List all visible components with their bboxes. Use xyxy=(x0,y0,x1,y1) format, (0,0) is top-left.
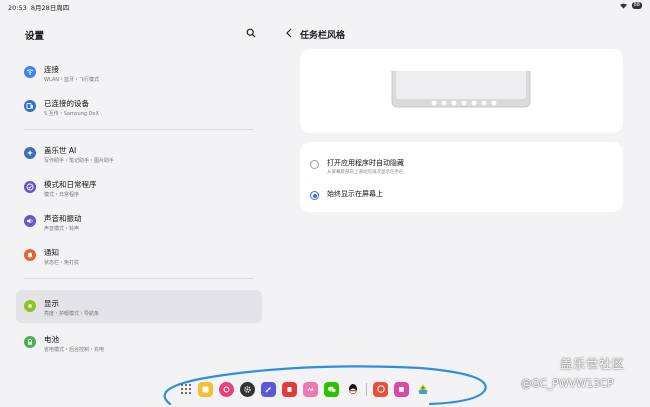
settings-item-title: 显示 xyxy=(44,299,59,308)
option-auto-hide[interactable]: 打开应用程序时自动隐藏 从屏幕底部向上滑动可再次显示任务栏。 xyxy=(300,150,623,180)
settings-item-subtitle: 亮度・护眼模式・导航条 xyxy=(44,311,100,317)
search-icon[interactable] xyxy=(246,28,256,38)
battery-icon xyxy=(24,336,36,348)
settings-app-icon[interactable] xyxy=(240,381,255,397)
radio-button[interactable] xyxy=(310,160,319,169)
taskbar-separator xyxy=(366,382,367,396)
check-circle-icon xyxy=(24,181,36,193)
settings-item-notifications[interactable]: 通知 状态栏・免打扰 xyxy=(16,239,262,272)
status-bar: 20:53 8月28日周四 88 xyxy=(0,0,650,12)
settings-item-battery[interactable]: 电池 省电模式・后台控制・充电 xyxy=(16,326,262,359)
gallery-app-icon[interactable] xyxy=(219,381,234,397)
status-icons: 88 xyxy=(619,2,642,9)
settings-item-title: 模式和日常程序 xyxy=(44,180,97,189)
bell-icon xyxy=(24,249,36,261)
wifi-icon xyxy=(24,66,36,78)
settings-panel: 设置 连接 WLAN・蓝牙・飞行模式 已连接的设备 S 互传・Samsung D… xyxy=(0,12,272,407)
devices-icon xyxy=(24,100,36,112)
watermark-user: @GC_PWVW13CP xyxy=(521,378,614,390)
taskbar xyxy=(180,378,430,400)
divider xyxy=(24,129,254,130)
sun-icon xyxy=(24,300,36,312)
settings-item-title: 已连接的设备 xyxy=(44,99,89,108)
settings-item-subtitle: 写作助手・笔记助手・图片助手 xyxy=(44,158,115,164)
game-app-icon[interactable] xyxy=(415,382,430,397)
watermark-community: 盖乐世社区 xyxy=(560,357,626,371)
settings-item-subtitle: S 互传・Samsung DeX xyxy=(44,111,99,117)
taskbar-style-panel: 任务栏风格 打开应用程序时自动隐藏 从屏幕底部向上滑动可再次显示任务栏。 始终显… xyxy=(280,12,650,407)
settings-item-subtitle: WLAN・蓝牙・飞行模式 xyxy=(44,77,100,83)
red-round-app-icon[interactable] xyxy=(373,381,388,397)
settings-item-subtitle: 声音模式・铃声 xyxy=(44,226,80,232)
pink-square-app-icon[interactable] xyxy=(394,381,409,397)
settings-item-connected-devices[interactable]: 已连接的设备 S 互传・Samsung DeX xyxy=(16,90,262,123)
wifi-icon xyxy=(619,3,627,9)
option-title: 打开应用程序时自动隐藏 xyxy=(327,159,404,167)
speaker-icon xyxy=(24,215,36,227)
option-subtitle: 从屏幕底部向上滑动可再次显示任务栏。 xyxy=(327,170,408,175)
app-drawer-icon[interactable] xyxy=(180,383,192,395)
status-time: 20:53 8月28日周四 xyxy=(8,4,70,12)
qq-app-icon[interactable] xyxy=(345,382,360,397)
settings-item-display[interactable]: 显示 亮度・护眼模式・导航条 xyxy=(16,290,262,323)
pink-app-icon[interactable] xyxy=(303,381,318,397)
settings-item-title: 盖乐世 AI xyxy=(44,146,77,155)
settings-item-connections[interactable]: 连接 WLAN・蓝牙・飞行模式 xyxy=(16,56,262,89)
radio-button-checked[interactable] xyxy=(310,191,319,200)
taskbar-preview xyxy=(300,49,623,133)
settings-item-subtitle: 模式・日常程序 xyxy=(44,192,80,198)
option-title: 始终显示在屏幕上 xyxy=(327,190,383,198)
settings-item-title: 电池 xyxy=(44,335,59,344)
battery-icon: 88 xyxy=(631,2,642,9)
notes-app-icon[interactable] xyxy=(198,381,213,397)
option-always-show[interactable]: 始终显示在屏幕上 xyxy=(300,181,623,211)
divider xyxy=(24,278,254,279)
page-title: 设置 xyxy=(25,31,45,42)
back-arrow-icon[interactable] xyxy=(285,28,293,38)
page-title: 任务栏风格 xyxy=(300,31,346,41)
red-app-icon[interactable] xyxy=(282,381,297,397)
tablet-preview-illustration xyxy=(391,71,531,108)
wechat-app-icon[interactable] xyxy=(324,381,339,397)
settings-item-subtitle: 省电模式・后台控制・充电 xyxy=(44,347,105,353)
settings-item-title: 连接 xyxy=(44,65,59,74)
settings-item-galaxy-ai[interactable]: 盖乐世 AI 写作助手・笔记助手・图片助手 xyxy=(16,137,262,170)
taskbar-options-card: 打开应用程序时自动隐藏 从屏幕底部向上滑动可再次显示任务栏。 始终显示在屏幕上 xyxy=(300,142,623,212)
settings-item-subtitle: 状态栏・免打扰 xyxy=(44,260,80,266)
settings-item-title: 声音和振动 xyxy=(44,214,82,223)
settings-item-modes-routines[interactable]: 模式和日常程序 模式・日常程序 xyxy=(16,171,262,204)
notes-pen-app-icon[interactable] xyxy=(261,381,276,397)
sparkle-icon xyxy=(24,147,36,159)
settings-item-sound[interactable]: 声音和振动 声音模式・铃声 xyxy=(16,205,262,238)
settings-item-title: 通知 xyxy=(44,248,59,257)
